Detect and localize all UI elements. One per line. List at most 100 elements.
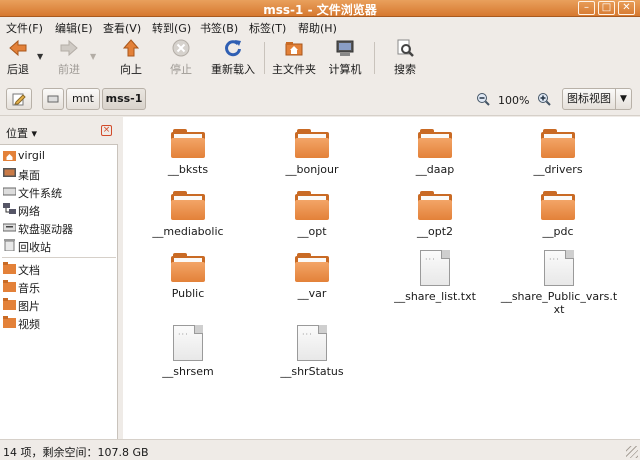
crumb-mss-1[interactable]: mss-1 [102, 88, 146, 110]
folder-icon [295, 253, 329, 283]
folder-item[interactable]: __daap [376, 129, 494, 176]
title-bar: mss-1 - 文件浏览器 – □ ✕ [0, 0, 640, 17]
menu-edit[interactable]: 编辑(E) [55, 20, 93, 36]
sidebar-item-music[interactable]: 音乐 [2, 278, 116, 295]
view-mode-value: 图标视图 [567, 92, 611, 105]
sidebar-item-trash[interactable]: 回收站 [2, 237, 116, 254]
icon-view[interactable]: __bksts __bonjour __daap __drivers __med… [123, 117, 640, 439]
sidebar-separator [2, 257, 116, 258]
zoom-out-icon[interactable] [476, 92, 490, 106]
folder-icon [3, 280, 16, 292]
search-icon [397, 39, 414, 57]
close-button[interactable]: ✕ [618, 1, 635, 15]
file-item[interactable]: ··· __shrsem [129, 325, 247, 378]
trash-icon [4, 239, 15, 251]
folder-icon [171, 253, 205, 283]
file-item[interactable]: ··· __share_list.txt [376, 250, 494, 303]
folder-icon [418, 191, 452, 221]
menu-bookmarks[interactable]: 书签(B) [200, 20, 238, 36]
sidebar-item-pictures[interactable]: 图片 [2, 296, 116, 313]
status-text: 14 项，剩余空间：107.8 GB [3, 446, 149, 459]
menu-go[interactable]: 转到(G) [152, 20, 191, 36]
menu-view[interactable]: 查看(V) [103, 20, 141, 36]
back-button[interactable]: 后退 [4, 38, 32, 80]
back-arrow-icon [9, 39, 27, 57]
folder-icon [3, 316, 16, 328]
zoom-in-icon[interactable] [537, 92, 551, 106]
minimize-button[interactable]: – [578, 1, 595, 15]
computer-button[interactable]: 计算机 [326, 38, 364, 80]
root-path-button[interactable] [42, 88, 64, 110]
folder-icon [418, 129, 452, 159]
reload-button[interactable]: 重新载入 [209, 38, 257, 80]
folder-item[interactable]: __var [253, 253, 371, 300]
folder-icon [541, 129, 575, 159]
home-folder-icon [3, 151, 16, 161]
sidebar-title-select[interactable]: 位置 ▾ [6, 125, 37, 141]
folder-icon [3, 298, 16, 310]
text-file-icon: ··· [420, 250, 450, 286]
folder-item[interactable]: __mediabolic [129, 191, 247, 238]
folder-icon [295, 129, 329, 159]
crumb-mnt[interactable]: mnt [66, 88, 100, 110]
home-folder-icon [285, 42, 303, 56]
folder-icon [171, 129, 205, 159]
file-item[interactable]: ··· __share_Public_vars.txt [499, 250, 619, 316]
reload-icon [225, 40, 241, 57]
edit-location-icon [12, 93, 26, 106]
maximize-button[interactable]: □ [598, 1, 615, 15]
sidebar-item-videos[interactable]: 视频 [2, 314, 116, 331]
text-file-icon: ··· [173, 325, 203, 361]
back-history-dropdown[interactable]: ▼ [37, 52, 43, 61]
file-item[interactable]: ··· __shrStatus [253, 325, 371, 378]
menu-tabs[interactable]: 标签(T) [249, 20, 286, 36]
forward-history-dropdown[interactable]: ▼ [90, 52, 96, 61]
sidebar-item-network[interactable]: 网络 [2, 201, 116, 218]
folder-item[interactable]: Public [129, 253, 247, 300]
folder-item[interactable]: __bksts [129, 129, 247, 176]
sidebar-item-floppy[interactable]: 软盘驱动器 [2, 219, 116, 236]
folder-item[interactable]: __bonjour [253, 129, 371, 176]
forward-button[interactable]: 前进 [52, 38, 86, 80]
menu-bar: 文件(F) 编辑(E) 查看(V) 转到(G) 书签(B) 标签(T) 帮助(H… [0, 17, 640, 36]
sidebar-item-filesystem[interactable]: 文件系统 [2, 183, 116, 200]
drive-icon [47, 95, 59, 103]
search-button[interactable]: 搜索 [390, 38, 420, 80]
text-file-icon: ··· [297, 325, 327, 361]
stop-button[interactable]: 停止 [166, 38, 196, 80]
drive-icon [3, 187, 16, 196]
folder-item[interactable]: __opt2 [376, 191, 494, 238]
menu-help[interactable]: 帮助(H) [298, 20, 337, 36]
computer-icon [336, 40, 354, 56]
folder-icon [541, 191, 575, 221]
desktop-icon [3, 168, 16, 177]
floppy-drive-icon [3, 223, 16, 232]
toggle-location-entry-button[interactable] [6, 88, 32, 110]
menu-file[interactable]: 文件(F) [6, 20, 43, 36]
folder-item[interactable]: __drivers [499, 129, 617, 176]
forward-arrow-icon [60, 39, 78, 57]
folder-icon [295, 191, 329, 221]
sidebar-item-virgil[interactable]: virgil [2, 147, 116, 164]
toolbar-separator [264, 42, 265, 74]
toolbar-separator [374, 42, 375, 74]
sidebar-item-desktop[interactable]: 桌面 [2, 165, 116, 182]
location-bar: mnt mss-1 100% 图标视图 ▼ [0, 82, 640, 116]
folder-item[interactable]: __pdc [499, 191, 617, 238]
sidebar: 位置 ▾ × virgil 桌面 文件系统 网络 软盘驱动器 回收站 文档 音乐… [0, 117, 118, 439]
resize-grip[interactable] [626, 446, 638, 458]
sidebar-close-icon[interactable]: × [101, 125, 112, 136]
folder-item[interactable]: __opt [253, 191, 371, 238]
network-icon [3, 203, 16, 214]
home-button[interactable]: 主文件夹 [271, 38, 317, 80]
folder-icon [171, 191, 205, 221]
text-file-icon: ··· [544, 250, 574, 286]
up-button[interactable]: 向上 [116, 38, 146, 80]
sidebar-header: 位置 ▾ × [0, 117, 118, 145]
toolbar: 后退 ▼ 前进 ▼ 向上 停止 重新载入 主文件夹 计算机 搜索 [0, 36, 640, 82]
sidebar-item-documents[interactable]: 文档 [2, 260, 116, 277]
stop-icon [172, 39, 190, 57]
view-mode-select[interactable]: 图标视图 ▼ [562, 88, 632, 110]
zoom-level[interactable]: 100% [498, 94, 529, 107]
status-bar: 14 项，剩余空间：107.8 GB [0, 439, 640, 460]
